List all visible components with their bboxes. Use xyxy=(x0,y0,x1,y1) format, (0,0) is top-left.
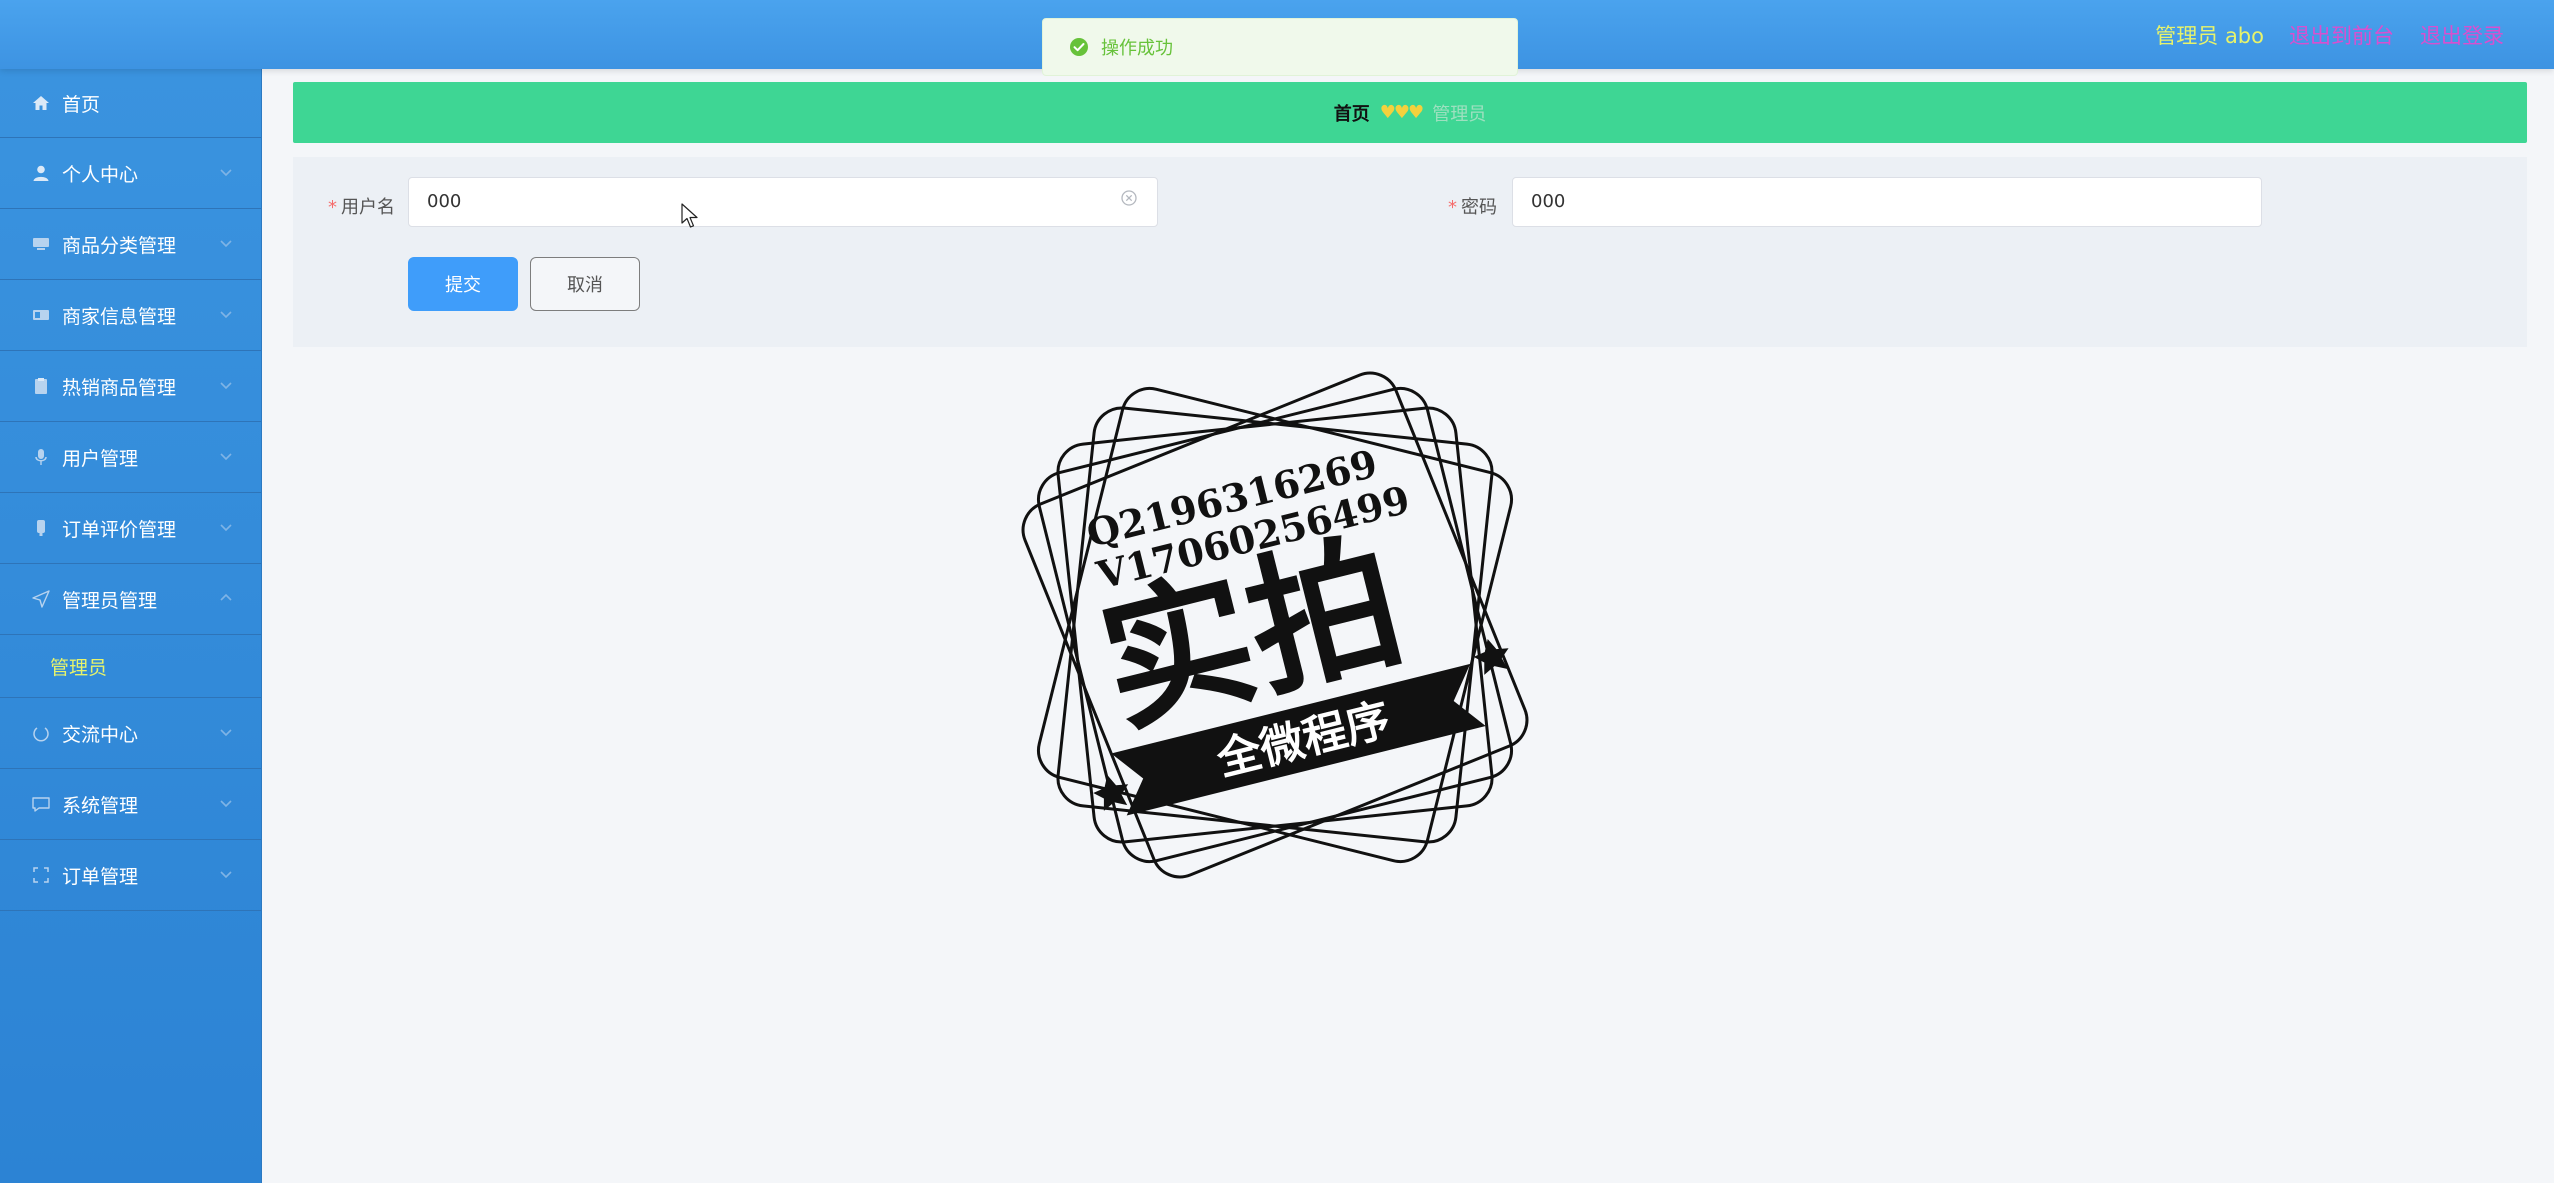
clear-input-icon[interactable] xyxy=(1120,189,1138,207)
category-icon xyxy=(30,233,52,255)
mouse-cursor-icon xyxy=(681,203,698,228)
clipboard-icon xyxy=(30,375,52,397)
sidebar-item-profile[interactable]: 个人中心 xyxy=(0,138,261,209)
cancel-button[interactable]: 取消 xyxy=(530,257,640,311)
sidebar-item-label: 热销商品管理 xyxy=(62,376,177,399)
sidebar-item-category[interactable]: 商品分类管理 xyxy=(0,209,261,280)
breadcrumb: 首页 ♥♥♥ 管理员 xyxy=(293,82,2527,143)
sidebar-item-label: 系统管理 xyxy=(62,794,139,817)
microphone-icon xyxy=(30,446,52,468)
frame-icon xyxy=(30,864,52,886)
toast-message: 操作成功 xyxy=(1101,38,1173,59)
sidebar-subitem-admin[interactable]: 管理员 xyxy=(0,635,261,698)
username-input[interactable]: 000 xyxy=(408,177,1158,227)
sidebar: 首页 个人中心 商品分类管理 商家信息管理 热销商品管理 用户管理 订单评价管理… xyxy=(0,69,262,1183)
current-user-label: 管理员 abo xyxy=(2155,24,2264,48)
chevron-down-icon xyxy=(220,871,232,879)
chevron-up-icon xyxy=(220,593,232,601)
chevron-down-icon xyxy=(220,729,232,737)
sidebar-item-admin-management[interactable]: 管理员管理 xyxy=(0,564,261,635)
store-icon xyxy=(30,304,52,326)
comment-icon xyxy=(30,517,52,539)
sidebar-item-label: 管理员管理 xyxy=(62,589,158,612)
sidebar-item-label: 个人中心 xyxy=(62,163,139,186)
chevron-down-icon xyxy=(220,800,232,808)
sidebar-item-hot-products[interactable]: 热销商品管理 xyxy=(0,351,261,422)
chevron-down-icon xyxy=(220,453,232,461)
chat-icon xyxy=(30,793,52,815)
sidebar-item-users[interactable]: 用户管理 xyxy=(0,422,261,493)
home-icon xyxy=(30,92,52,114)
sidebar-item-merchant[interactable]: 商家信息管理 xyxy=(0,280,261,351)
sidebar-item-forum[interactable]: 交流中心 xyxy=(0,698,261,769)
logout-link[interactable]: 退出登录 xyxy=(2420,20,2504,50)
success-toast: 操作成功 xyxy=(1042,18,1518,76)
sidebar-item-label: 交流中心 xyxy=(62,723,139,746)
breadcrumb-separator: ♥♥♥ xyxy=(1379,102,1424,123)
username-label: * 用户名 xyxy=(328,197,395,218)
submit-button[interactable]: 提交 xyxy=(408,257,518,311)
breadcrumb-home[interactable]: 首页 xyxy=(1334,100,1370,126)
password-label: * 密码 xyxy=(1448,197,1497,218)
power-icon xyxy=(30,722,52,744)
chevron-down-icon xyxy=(220,169,232,177)
check-circle-icon xyxy=(1070,38,1088,56)
chevron-down-icon xyxy=(220,311,232,319)
user-icon xyxy=(30,162,52,184)
watermark-stamp: Q2196316269 V17060256499 实拍 全微程序 xyxy=(1021,371,1529,879)
breadcrumb-current: 管理员 xyxy=(1432,103,1487,125)
chevron-down-icon xyxy=(220,240,232,248)
sidebar-item-orders[interactable]: 订单管理 xyxy=(0,840,261,911)
chevron-down-icon xyxy=(220,382,232,390)
send-icon xyxy=(30,588,52,610)
back-to-front-link[interactable]: 退出到前台 xyxy=(2289,20,2394,50)
sidebar-item-label: 首页 xyxy=(62,93,101,116)
sidebar-item-label: 商家信息管理 xyxy=(62,305,177,328)
sidebar-item-label: 用户管理 xyxy=(62,447,139,470)
sidebar-item-label: 商品分类管理 xyxy=(62,234,177,257)
admin-form: * 用户名 000 * 密码 000 提交 取消 xyxy=(293,157,2527,347)
sidebar-item-order-reviews[interactable]: 订单评价管理 xyxy=(0,493,261,564)
sidebar-item-label: 订单管理 xyxy=(62,865,139,888)
chevron-down-icon xyxy=(220,524,232,532)
sidebar-item-home[interactable]: 首页 xyxy=(0,69,261,138)
sidebar-item-label: 订单评价管理 xyxy=(62,518,177,541)
password-input[interactable]: 000 xyxy=(1512,177,2262,227)
sidebar-item-system[interactable]: 系统管理 xyxy=(0,769,261,840)
